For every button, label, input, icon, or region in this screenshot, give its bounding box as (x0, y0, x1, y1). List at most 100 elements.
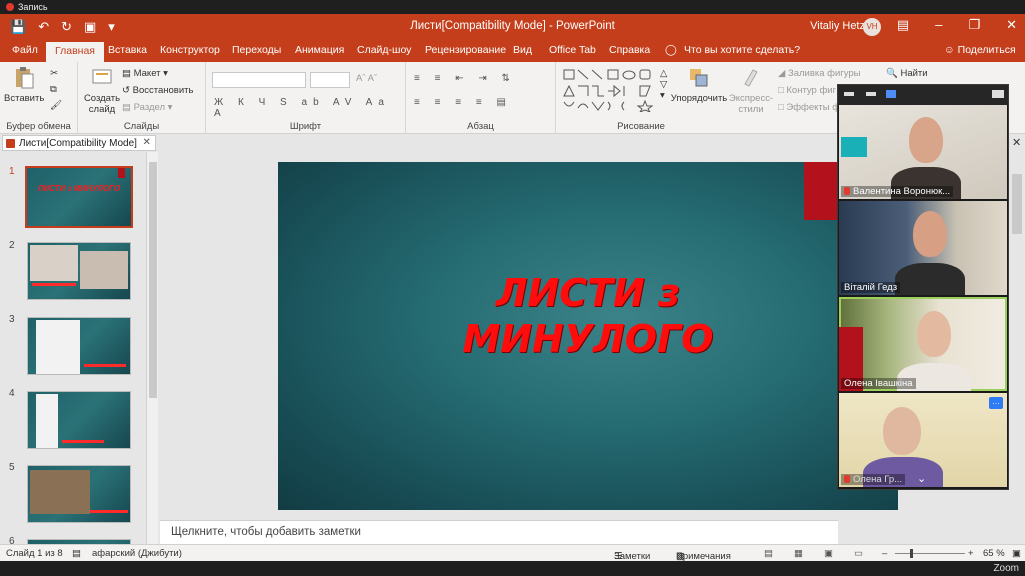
close-pane-icon[interactable]: ✕ (1012, 136, 1021, 149)
tab-file[interactable]: Файл (12, 44, 38, 56)
slide-thumbnail-1[interactable]: ЛИСТИ з МИНУЛОГО (25, 166, 133, 228)
participant-video (909, 117, 943, 163)
slide-thumbnail-2[interactable] (27, 242, 131, 300)
tab-view[interactable]: Вид (513, 44, 532, 56)
tab-insert[interactable]: Вставка (108, 44, 147, 56)
font-size-combo[interactable] (310, 72, 350, 88)
tab-help[interactable]: Справка (609, 44, 650, 56)
shape-outline-button[interactable]: □ Контур фиг (778, 85, 836, 96)
zoom-level[interactable]: 65 % (983, 548, 1005, 559)
grow-font-icon[interactable]: Aˆ Aˇ (356, 73, 377, 84)
view-switch-icon[interactable] (886, 90, 896, 98)
fit-slide-icon[interactable]: ▣ (1012, 548, 1021, 559)
scroll-thumb[interactable] (149, 162, 157, 398)
participant-tile[interactable]: … Олена Гр... ⌄ (839, 393, 1007, 487)
quick-styles-button[interactable]: Экспресс-стили (726, 66, 776, 115)
gallery-scroll-icon[interactable]: △ ▽ ▾ (660, 68, 667, 101)
new-slide-icon (92, 69, 112, 84)
zoom-in-icon[interactable]: + (968, 548, 974, 559)
maximize-icon[interactable]: ❐ (968, 17, 980, 33)
slide-thumbnail-5[interactable] (27, 465, 131, 523)
copy-icon[interactable]: ⧉ (50, 84, 57, 95)
slide-number: 2 (9, 240, 15, 251)
avatar[interactable]: VH (863, 18, 881, 36)
thumb-letter-image (80, 251, 128, 289)
reading-view-icon[interactable]: ▣ (824, 548, 833, 559)
participant-tile-active-speaker[interactable]: Олена Івашкіна (839, 297, 1007, 391)
slide-thumbnails-pane: 1 ЛИСТИ з МИНУЛОГО 2 3 4 5 6 (0, 152, 160, 544)
arrange-label: Упорядочить (670, 93, 728, 104)
tab-home[interactable]: Главная (46, 42, 104, 62)
chevron-down-icon[interactable]: ⌄ (917, 472, 926, 485)
document-tab[interactable]: Листи[Compatibility Mode] ✕ (2, 135, 156, 151)
slideshow-view-icon[interactable]: ▭ (854, 548, 863, 559)
more-options-icon[interactable]: … (989, 397, 1003, 409)
spellcheck-icon[interactable]: ▤ (72, 548, 81, 559)
tab-review[interactable]: Рецензирование (425, 44, 506, 56)
shape-fill-label: Заливка фигуры (787, 68, 861, 79)
font-format-buttons[interactable]: Ж К Ч S ab AV Aa A (214, 97, 405, 119)
group-paragraph: ≡ ≡ ⇤ ⇥ ⇅ ≡ ≡ ≡ ≡ ▤ Абзац (406, 62, 556, 134)
normal-view-icon[interactable]: ▤ (764, 548, 773, 559)
new-slide-button[interactable]: Создать слайд (82, 66, 122, 115)
document-tab-label: Листи[Compatibility Mode] (19, 138, 137, 149)
tab-design[interactable]: Конструктор (160, 44, 220, 56)
hide-video-icon[interactable] (866, 92, 876, 96)
close-tab-icon[interactable]: ✕ (143, 137, 151, 148)
section-button[interactable]: ▤ Раздел ▾ (122, 102, 172, 113)
main-scroll-thumb[interactable] (1012, 174, 1022, 234)
language-indicator[interactable]: афарский (Джибути) (92, 548, 182, 559)
tell-me-input[interactable]: Что вы хотите сделать? (684, 44, 800, 56)
tab-slideshow[interactable]: Слайд-шоу (357, 44, 411, 56)
notes-pane[interactable]: Щелкните, чтобы добавить заметки (160, 520, 838, 544)
participant-name-text: Олена Гр... (853, 474, 903, 485)
slide-thumbnail-4[interactable] (27, 391, 131, 449)
ribbon-display-icon[interactable]: ▤ (897, 17, 909, 33)
tab-animation[interactable]: Анимация (295, 44, 344, 56)
participant-name: Олена Івашкіна (841, 378, 916, 389)
participant-video (917, 311, 951, 357)
quick-styles-icon (744, 69, 758, 87)
cut-icon[interactable]: ✂ (50, 68, 58, 79)
layout-button[interactable]: ▤ Макет ▾ (122, 68, 168, 79)
slide-sorter-icon[interactable]: ▦ (794, 548, 803, 559)
share-button[interactable]: ☺ Поделиться (944, 44, 1016, 56)
shape-effects-button[interactable]: □ Эффекты ф (778, 102, 840, 113)
current-slide[interactable]: ЛИСТИ з МИНУЛОГО (278, 162, 898, 510)
zoom-slider[interactable] (895, 553, 965, 554)
format-painter-icon[interactable]: 🖌 (50, 100, 62, 111)
paste-button[interactable]: Вставить (4, 66, 44, 104)
user-name[interactable]: Vitaliy Hetz (810, 20, 865, 32)
mic-muted-icon (844, 475, 850, 483)
tab-office-tab[interactable]: Office Tab (549, 44, 596, 56)
tab-transitions[interactable]: Переходы (232, 44, 281, 56)
close-icon[interactable]: ✕ (1006, 17, 1017, 33)
zoom-out-icon[interactable]: – (882, 548, 887, 559)
slide-title[interactable]: ЛИСТИ з МИНУЛОГО (278, 270, 898, 362)
font-group-label: Шрифт (289, 121, 322, 132)
participant-tile[interactable]: Валентина Воронюк... (839, 105, 1007, 199)
shapes-gallery[interactable] (562, 68, 668, 112)
align-buttons[interactable]: ≡ ≡ ≡ ≡ ▤ (414, 97, 512, 108)
slide-counter[interactable]: Слайд 1 из 8 (6, 548, 63, 559)
shape-fill-button[interactable]: ◢ Заливка фигуры (778, 68, 861, 79)
arrange-button[interactable]: Упорядочить (670, 66, 728, 104)
paste-label: Вставить (4, 93, 45, 104)
record-icon (6, 3, 14, 11)
shape-effects-label: Эффекты ф (786, 102, 841, 113)
thumb-letter-image (30, 245, 78, 281)
thumbnails-scrollbar[interactable] (146, 152, 158, 544)
zoom-slider-thumb[interactable] (910, 549, 913, 558)
clipboard-group-label: Буфер обмена (6, 121, 71, 132)
list-buttons[interactable]: ≡ ≡ ⇤ ⇥ ⇅ (414, 73, 516, 84)
thumb-text-image (36, 320, 80, 374)
minimize-icon[interactable]: – (935, 17, 942, 33)
participant-tile[interactable]: Віталій Гедз (839, 201, 1007, 295)
participant-name: Валентина Воронюк... (841, 186, 954, 197)
expand-panel-icon[interactable] (992, 90, 1004, 98)
find-button[interactable]: 🔍 Найти (886, 68, 928, 79)
reset-button[interactable]: ↺ Восстановить (122, 85, 193, 96)
slide-thumbnail-3[interactable] (27, 317, 131, 375)
minimize-panel-icon[interactable] (844, 92, 854, 96)
font-name-combo[interactable] (212, 72, 306, 88)
